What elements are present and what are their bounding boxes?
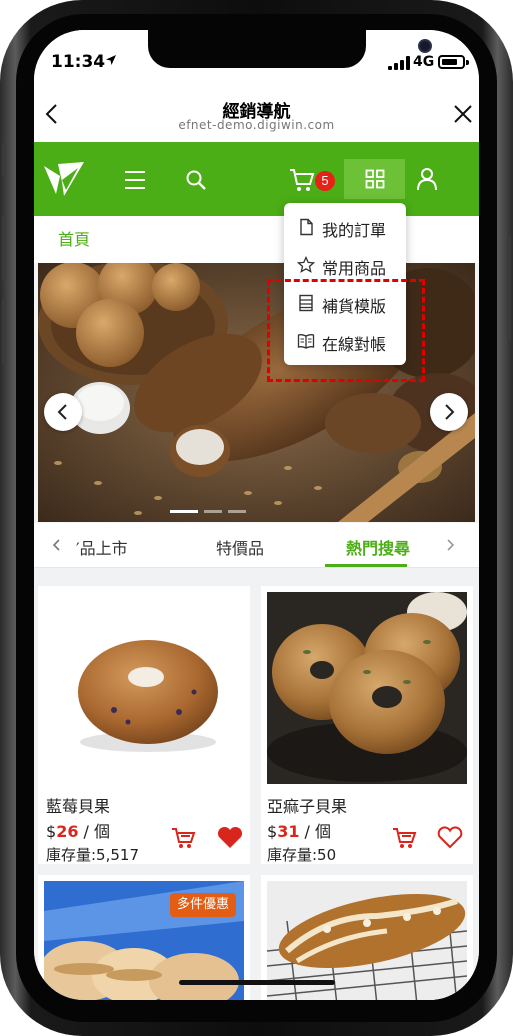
menu-item-label: 我的訂單 (322, 221, 387, 240)
main-nav-bar: 5 (34, 142, 479, 216)
price-value: 26 (56, 822, 79, 841)
product-name[interactable]: 亞痲子貝果 (267, 793, 347, 817)
browser-header: 經銷導航 efnet-demo.digiwin.com (34, 94, 479, 142)
product-price: $26 / 個 (46, 818, 110, 842)
menu-item-label: 在線對帳 (322, 335, 387, 354)
book-icon (297, 334, 315, 349)
grid-dropdown-menu: 我的訂單 常用商品 補貨模版 在線對帳 (284, 203, 406, 365)
menu-item-online-reconciliation[interactable]: 在線對帳 (284, 322, 406, 360)
price-unit: / 個 (299, 822, 332, 841)
product-grid: 藍莓貝果 $26 / 個 庫存量:5,517 亞痲子貝果 $31 / 個 庫存量… (34, 568, 479, 1000)
status-bar: 11:34 4G (34, 30, 479, 94)
list-icon (299, 294, 313, 312)
product-image (267, 592, 467, 784)
menu-item-label: 常用商品 (322, 259, 387, 278)
cart-count-badge: 5 (315, 171, 335, 191)
tabs-scroll-left-icon[interactable] (52, 538, 62, 552)
close-icon[interactable] (451, 102, 475, 126)
phone-screen: 11:34 4G 經銷導航 efnet-demo.digiwin.com 5 首… (34, 30, 479, 1000)
favorite-heart-outline-icon[interactable] (436, 826, 464, 850)
product-image (44, 592, 244, 784)
grid-icon (365, 169, 385, 189)
menu-icon[interactable] (123, 169, 147, 191)
tabs-scroll-right-icon[interactable] (445, 538, 455, 552)
silent-switch (2, 142, 6, 176)
document-icon (300, 218, 313, 236)
banner-next-button[interactable] (430, 393, 468, 431)
hero-banner[interactable] (38, 263, 475, 522)
breadcrumb: 首頁 (34, 216, 479, 263)
currency-symbol: $ (46, 822, 57, 841)
menu-item-favorites[interactable]: 常用商品 (284, 246, 406, 284)
location-arrow-icon (106, 55, 116, 65)
add-to-cart-icon[interactable] (391, 826, 417, 850)
chevron-right-icon (445, 404, 455, 420)
product-card[interactable]: 藍莓貝果 $26 / 個 庫存量:5,517 (38, 586, 250, 864)
category-tabs: ′品上市 特價品 熱門搜尋 (34, 523, 479, 568)
network-label: 4G (413, 54, 435, 70)
product-name[interactable]: 藍莓貝果 (46, 793, 110, 817)
promo-badge: 多件優惠 (170, 893, 236, 917)
volume-down-button (2, 298, 6, 364)
brand-logo-icon[interactable] (42, 160, 86, 198)
cart-icon[interactable] (288, 167, 316, 193)
tab-new-arrivals[interactable]: ′品上市 (76, 535, 128, 559)
menu-item-my-orders[interactable]: 我的訂單 (284, 208, 406, 246)
price-value: 31 (277, 822, 300, 841)
notch (148, 30, 432, 68)
grid-menu-button[interactable] (344, 159, 405, 199)
search-icon[interactable] (184, 168, 208, 192)
page-url: efnet-demo.digiwin.com (178, 118, 335, 132)
volume-up-button (2, 216, 6, 282)
battery-tip (466, 60, 469, 65)
menu-item-restock-template[interactable]: 補貨模版 (284, 284, 406, 322)
currency-symbol: $ (267, 822, 278, 841)
tab-special-price[interactable]: 特價品 (216, 535, 264, 559)
power-button (507, 236, 511, 340)
banner-prev-button[interactable] (44, 393, 82, 431)
star-icon (297, 256, 315, 273)
breadcrumb-home[interactable]: 首頁 (58, 226, 90, 250)
product-stock: 庫存量:50 (267, 846, 337, 864)
bread-photo (38, 263, 475, 522)
active-tab-underline (325, 564, 407, 567)
home-indicator[interactable] (179, 980, 335, 985)
tab-hot-search[interactable]: 熱門搜尋 (346, 535, 410, 559)
camera (418, 39, 432, 53)
user-icon[interactable] (416, 167, 438, 191)
battery-icon (438, 55, 465, 69)
product-card[interactable]: 亞痲子貝果 $31 / 個 庫存量:50 (261, 586, 473, 864)
menu-item-label: 補貨模版 (322, 297, 387, 316)
product-price: $31 / 個 (267, 818, 331, 842)
product-stock: 庫存量:5,517 (46, 846, 139, 864)
status-time: 11:34 (51, 52, 106, 72)
add-to-cart-icon[interactable] (170, 826, 196, 850)
price-unit: / 個 (78, 822, 111, 841)
favorite-heart-icon[interactable] (216, 826, 244, 850)
signal-icon (388, 56, 410, 70)
chevron-left-icon (57, 404, 67, 420)
carousel-indicators (170, 510, 246, 513)
